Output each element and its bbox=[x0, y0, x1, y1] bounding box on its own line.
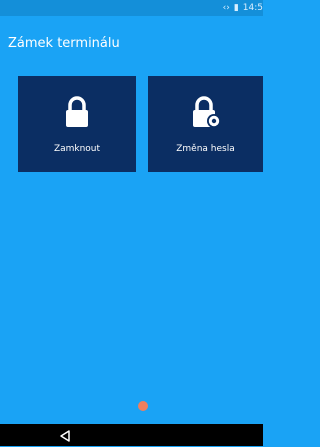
status-icons: ‹› ▮ 14:5 bbox=[223, 2, 263, 14]
lock-gear-icon bbox=[191, 96, 221, 132]
status-bar: ‹› ▮ 14:5 bbox=[0, 0, 263, 16]
status-time: 14:5 bbox=[242, 3, 263, 13]
signal-icon: ▮ bbox=[233, 3, 239, 13]
code-arrows-icon: ‹› bbox=[222, 3, 230, 13]
navigation-bar bbox=[0, 424, 263, 446]
lock-tile-label: Zamknout bbox=[53, 144, 101, 154]
change-password-tile-label: Změna hesla bbox=[176, 144, 235, 154]
page-indicator-dot bbox=[138, 401, 148, 411]
page-title: Zámek terminálu bbox=[8, 36, 120, 51]
lock-icon bbox=[64, 96, 90, 132]
change-password-tile[interactable]: Změna hesla bbox=[148, 76, 263, 172]
back-icon[interactable] bbox=[58, 428, 72, 442]
lock-terminal-tile[interactable]: Zamknout bbox=[18, 76, 136, 172]
